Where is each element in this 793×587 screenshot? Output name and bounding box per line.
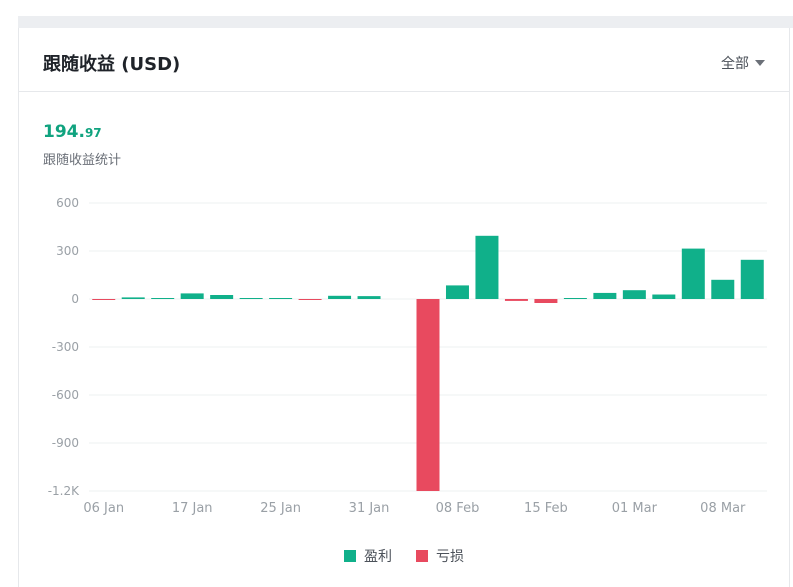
bar-profit: [357, 296, 381, 299]
bar-profit: [681, 248, 705, 299]
bar-profit: [210, 295, 234, 299]
x-tick-label: 01 Mar: [612, 501, 658, 516]
bar-profit: [239, 298, 263, 299]
y-tick-label: -1.2K: [48, 484, 80, 498]
bar-profit: [652, 294, 676, 299]
bar-profit: [475, 235, 499, 299]
x-tick-label: 17 Jan: [172, 501, 213, 516]
legend-label-loss: 亏损: [436, 549, 464, 565]
legend-swatch-loss: [416, 550, 428, 562]
bar-profit: [740, 259, 764, 299]
legend-item-profit[interactable]: 盈利: [344, 546, 392, 566]
bar-profit: [563, 298, 587, 299]
y-tick-label: 0: [71, 292, 79, 306]
bar-loss: [298, 299, 322, 300]
bar-profit: [328, 295, 352, 299]
bar-profit: [151, 298, 175, 299]
x-tick-label: 08 Feb: [436, 501, 480, 516]
x-tick-label: 06 Jan: [83, 501, 124, 516]
x-tick-label: 31 Jan: [349, 501, 390, 516]
y-tick-label: 600: [56, 196, 79, 210]
y-tick-label: -600: [52, 388, 79, 402]
y-tick-label: 300: [56, 244, 79, 258]
legend-item-loss[interactable]: 亏损: [416, 546, 464, 566]
legend-swatch-profit: [344, 550, 356, 562]
bar-profit: [711, 279, 735, 299]
bar-loss: [534, 299, 558, 303]
bar-profit: [593, 292, 617, 299]
y-tick-label: -300: [52, 340, 79, 354]
y-tick-label: -900: [52, 436, 79, 450]
top-strip: [18, 16, 793, 28]
x-tick-label: 15 Feb: [524, 501, 568, 516]
bar-profit: [121, 297, 145, 299]
bar-profit: [269, 298, 293, 299]
bar-profit: [622, 290, 646, 299]
bar-profit: [445, 285, 469, 299]
bar-profit: [180, 293, 204, 299]
bar-loss: [504, 299, 528, 301]
profit-bar-chart: 600 300 0 -300 -600 -900 -1.2K06 Jan 17 Jan 25 J…: [48, 196, 767, 516]
chart-legend: 盈利 亏损: [19, 546, 789, 566]
x-tick-label: 08 Mar: [700, 501, 746, 516]
legend-label-profit: 盈利: [364, 549, 392, 565]
bar-loss: [92, 299, 116, 300]
follow-profit-card: 跟随收益 (USD) 全部 194.97 跟随收益统计 600 300 0 -300-…: [18, 28, 790, 587]
bar-loss: [416, 299, 440, 491]
x-tick-label: 25 Jan: [260, 501, 301, 516]
